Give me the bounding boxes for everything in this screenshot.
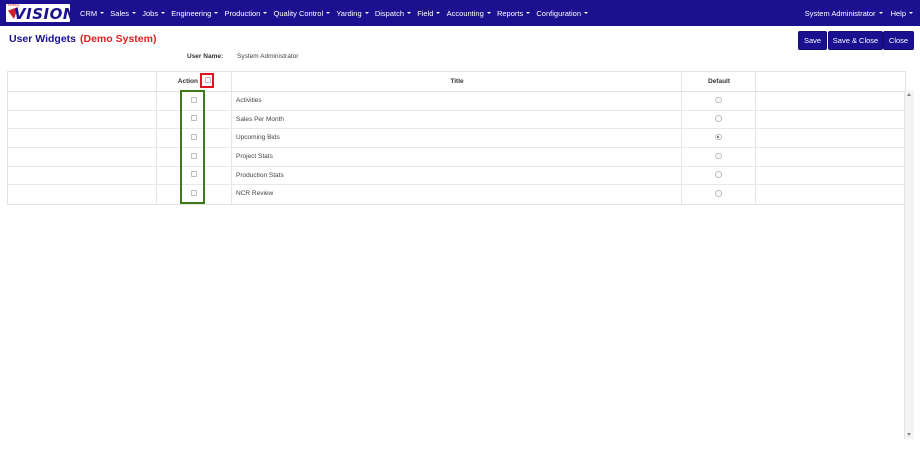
caret-down-icon xyxy=(364,12,369,14)
default-radio[interactable] xyxy=(715,96,722,103)
demo-system-label: (Demo System) xyxy=(80,33,157,45)
default-radio[interactable] xyxy=(715,190,722,197)
menu-dispatch[interactable]: Dispatch xyxy=(375,9,411,18)
menu-label: Engineering xyxy=(171,8,212,18)
menu-sales[interactable]: Sales xyxy=(110,8,137,18)
menu-quality-control[interactable]: Quality Control xyxy=(274,9,331,18)
select-all-highlight xyxy=(200,73,214,88)
caret-down-icon xyxy=(407,12,411,14)
default-radio[interactable] xyxy=(715,152,722,160)
menu-label: Jobs xyxy=(142,8,159,18)
row-title: Sales Per Month xyxy=(236,115,285,123)
menu-field[interactable]: Field xyxy=(417,8,441,18)
help-menu-label: Help xyxy=(890,8,906,18)
menu-label: Production xyxy=(224,8,261,18)
scroll-up-arrow-icon[interactable] xyxy=(907,93,911,96)
default-radio[interactable] xyxy=(715,115,722,122)
caret-down-icon xyxy=(326,12,331,14)
menu-crm[interactable]: CRM xyxy=(80,8,105,18)
menu-engineering[interactable]: Engineering xyxy=(171,8,219,18)
column-header-label: Title xyxy=(450,78,464,85)
menu-label: Field xyxy=(417,8,434,18)
logo-text: VISION xyxy=(14,5,76,23)
caret-down-icon xyxy=(486,12,491,14)
vertical-scrollbar[interactable] xyxy=(904,90,914,439)
menu-jobs[interactable]: Jobs xyxy=(142,8,166,18)
caret-down-icon xyxy=(436,12,441,14)
save-and-close-button[interactable]: Save & Close xyxy=(828,31,883,50)
page-title: User Widgets (Demo System) xyxy=(9,33,156,45)
table-row: Upcoming Bids xyxy=(8,128,905,149)
page-title-text: User Widgets xyxy=(9,33,77,45)
caret-down-icon xyxy=(132,12,137,14)
menu-label: Reports xyxy=(496,8,524,18)
menu-label: Yarding xyxy=(336,8,362,18)
menu-yarding[interactable]: Yarding xyxy=(336,8,369,18)
column-header-title[interactable]: Title xyxy=(232,72,682,91)
save-button[interactable]: Save xyxy=(798,31,827,50)
table-row: Activities xyxy=(8,91,905,111)
menu-reports[interactable]: Reports xyxy=(496,8,531,18)
menu-configuration[interactable]: Configuration xyxy=(536,8,589,18)
close-button[interactable]: Close xyxy=(883,31,914,50)
menu-label: Configuration xyxy=(536,8,582,18)
caret-down-icon xyxy=(909,12,913,14)
caret-down-icon xyxy=(526,12,531,14)
column-header-label: Action xyxy=(177,78,198,85)
top-navbar: MOBILE VISION CRM Sales Jobs Engineering… xyxy=(0,0,920,26)
table-row: Production Stats xyxy=(8,166,905,186)
table-header: Action Title Default xyxy=(8,72,905,92)
menu-label: Dispatch xyxy=(374,8,404,18)
column-header-default[interactable]: Default xyxy=(682,72,756,91)
row-title: Upcoming Bids xyxy=(236,134,280,142)
caret-down-icon xyxy=(214,12,219,14)
menu-label: Sales xyxy=(110,8,130,18)
default-radio[interactable] xyxy=(715,171,722,178)
caret-down-icon xyxy=(161,12,166,14)
row-checkboxes-highlight xyxy=(180,90,205,204)
row-title: Project Stats xyxy=(236,152,273,160)
scroll-down-arrow-icon[interactable] xyxy=(907,433,911,436)
row-title: Activities xyxy=(236,96,262,104)
help-menu[interactable]: Help xyxy=(891,9,913,18)
menu-accounting[interactable]: Accounting xyxy=(447,9,491,18)
user-name-label: User Name: xyxy=(187,53,224,60)
caret-down-icon xyxy=(100,12,105,14)
table-row: Sales Per Month xyxy=(8,110,905,130)
widgets-table: Action Title Default Activities Sales Pe… xyxy=(7,71,906,205)
menu-label: Accounting xyxy=(446,8,484,18)
caret-down-icon xyxy=(263,12,268,14)
table-row: Project Stats xyxy=(8,147,905,167)
caret-down-icon xyxy=(584,12,589,14)
user-menu-label: System Administrator xyxy=(804,8,876,18)
row-title: Production Stats xyxy=(236,171,284,179)
row-title: NCR Review xyxy=(236,190,274,198)
menu-production[interactable]: Production xyxy=(224,8,268,18)
nav-right: System Administrator Help xyxy=(797,0,913,26)
caret-down-icon xyxy=(878,12,883,14)
menu-label: CRM xyxy=(80,8,98,18)
user-menu[interactable]: System Administrator xyxy=(805,9,883,18)
user-name-value: System Administrator xyxy=(237,53,299,60)
main-menu: CRM Sales Jobs Engineering Production Qu… xyxy=(80,0,594,26)
menu-label: Quality Control xyxy=(273,8,324,18)
default-radio-selected[interactable] xyxy=(715,133,722,141)
app-logo[interactable]: MOBILE VISION xyxy=(6,3,75,23)
table-row: NCR Review xyxy=(8,185,905,204)
column-header-label: Default xyxy=(707,78,731,85)
